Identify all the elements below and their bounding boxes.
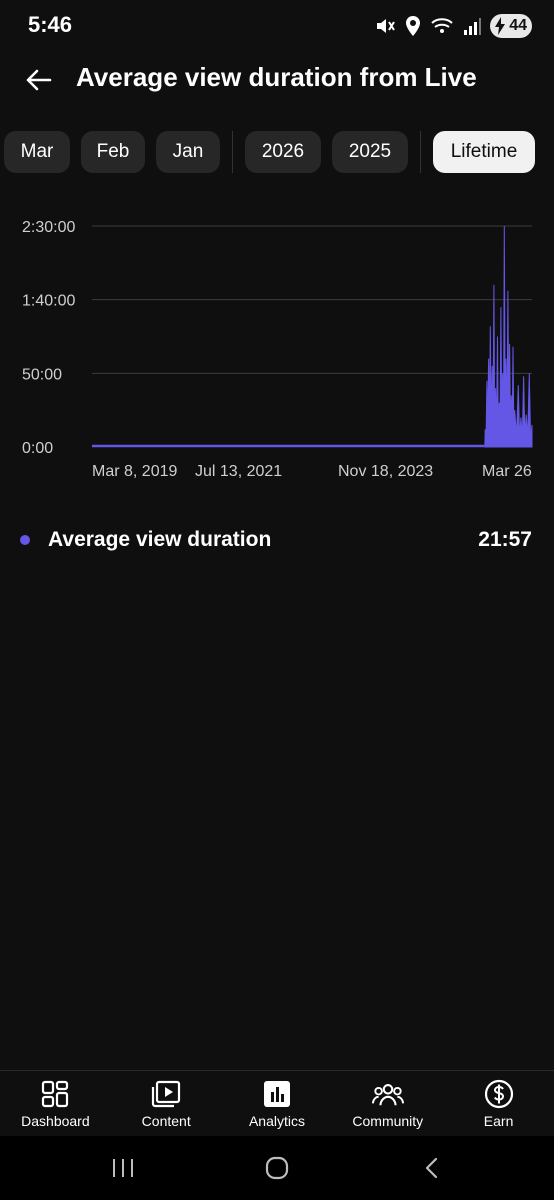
series-area: [484, 225, 533, 448]
header: Average view duration from Live: [0, 52, 554, 108]
x-tick-label: Nov 18, 2023: [338, 463, 433, 480]
nav-item-analytics[interactable]: Analytics: [222, 1071, 333, 1136]
y-tick-label: 2:30:00: [22, 219, 75, 236]
status-icons: 44: [374, 12, 532, 40]
legend-label: Average view duration: [48, 528, 272, 551]
chip-divider: [232, 131, 233, 173]
system-nav-bar: [0, 1136, 554, 1200]
earn-icon: [483, 1078, 515, 1110]
legend-value: 21:57: [478, 528, 532, 551]
x-tick-label: Mar 8, 2019: [92, 463, 177, 480]
arrow-left-icon: [26, 69, 52, 91]
wifi-6-icon: [430, 16, 454, 36]
nav-label-content: Content: [141, 1113, 191, 1129]
legend: Average view duration 21:57: [20, 524, 532, 556]
battery-level: 44: [509, 17, 527, 34]
analytics-icon: [261, 1078, 293, 1110]
recent-apps-button[interactable]: [103, 1150, 143, 1186]
back-button[interactable]: [18, 60, 58, 100]
status-bar: 5:46 44: [0, 0, 554, 52]
x-tick-label: Mar 26: [482, 463, 532, 480]
home-button[interactable]: [257, 1150, 297, 1186]
nav-label-dashboard: Dashboard: [21, 1113, 90, 1129]
chip-2025[interactable]: 2025: [332, 131, 408, 173]
system-back-button[interactable]: [412, 1150, 452, 1186]
chart-svg: 0:00 50:00 1:40:00 2:30:00 Mar 8, 2019 Jul 13…: [22, 219, 533, 480]
chart: 0:00 50:00 1:40:00 2:30:00 Mar 8, 2019 Jul 13…: [0, 200, 554, 490]
nav-label-community: Community: [352, 1113, 424, 1129]
chip-feb[interactable]: Feb: [81, 131, 145, 173]
chip-lifetime[interactable]: Lifetime: [433, 131, 535, 173]
nav-item-community[interactable]: Community: [332, 1071, 443, 1136]
nav-item-earn[interactable]: Earn: [443, 1071, 554, 1136]
page-title: Average view duration from Live: [76, 62, 477, 92]
status-time: 5:46: [28, 12, 73, 37]
nav-label-analytics: Analytics: [248, 1113, 305, 1129]
battery-charging-icon: 44: [490, 14, 532, 38]
back-icon: [425, 1157, 438, 1179]
chip-2026[interactable]: 2026: [245, 131, 321, 173]
signal-icon: [462, 16, 482, 36]
x-tick-label: Jul 13, 2021: [195, 463, 282, 480]
dashboard-icon: [39, 1078, 71, 1110]
nav-item-content[interactable]: Content: [111, 1071, 222, 1136]
home-icon: [265, 1156, 289, 1180]
legend-dot: [20, 535, 30, 545]
chip-divider: [420, 131, 421, 173]
y-tick-label: 50:00: [22, 366, 62, 383]
recent-apps-icon: [113, 1159, 133, 1177]
community-icon: [371, 1078, 404, 1110]
content-icon: [150, 1078, 182, 1110]
mute-vibrate-icon: [374, 15, 396, 37]
chip-mar[interactable]: Mar: [4, 131, 70, 173]
nav-item-dashboard[interactable]: Dashboard: [0, 1071, 111, 1136]
bottom-nav: Dashboard Content Analytics Community Ea…: [0, 1070, 554, 1136]
location-icon: [404, 15, 422, 37]
nav-label-earn: Earn: [483, 1113, 514, 1129]
chip-jan[interactable]: Jan: [156, 131, 220, 173]
date-range-chips: Mar Feb Jan 2026 2025 Lifetime: [4, 130, 554, 174]
y-tick-label: 1:40:00: [22, 293, 75, 310]
y-tick-label: 0:00: [22, 440, 53, 457]
